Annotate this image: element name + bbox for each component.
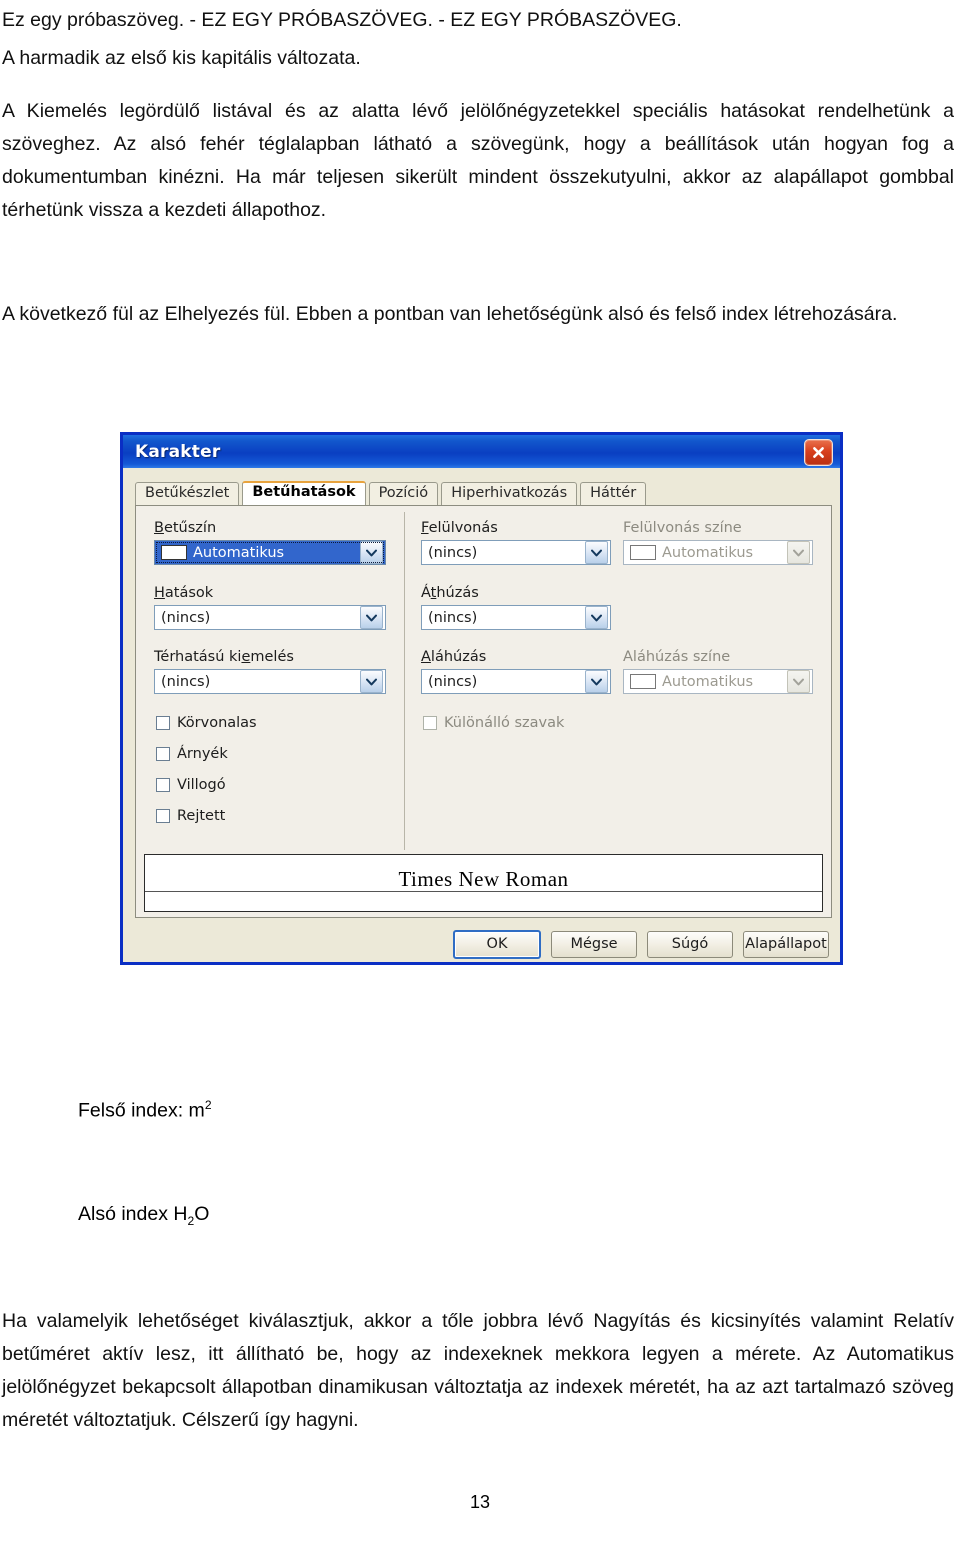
checkbox-rejtett[interactable]: Rejtett [156, 808, 225, 824]
chevron-down-icon[interactable] [787, 541, 810, 564]
chevron-down-icon[interactable] [360, 541, 383, 564]
dialog-tabstrip: Betűkészlet Betűhatások Pozíció Hiperhiv… [135, 480, 832, 506]
chevron-down-icon[interactable] [360, 606, 383, 629]
checkbox-rejtett-label: Rejtett [177, 808, 226, 824]
checkbox-korvonalas-label: Körvonalas [177, 715, 257, 731]
checkbox-kulonallo-szavak[interactable]: Különálló szavak [423, 715, 564, 731]
relief-label: Térhatású kiemelés [154, 649, 294, 665]
overline-combo[interactable]: (nincs) [421, 540, 611, 565]
relief-combo[interactable]: (nincs) [154, 669, 386, 694]
overline-value: (nincs) [428, 544, 478, 561]
underline-combo[interactable]: (nincs) [421, 669, 611, 694]
effects-value: (nincs) [161, 609, 211, 626]
reset-button[interactable]: Alapállapot [743, 930, 829, 958]
superscript-example: Felső index: m2 [78, 1098, 212, 1123]
chevron-down-icon[interactable] [360, 670, 383, 693]
strikethrough-combo[interactable]: (nincs) [421, 605, 611, 630]
tab-pozicio[interactable]: Pozíció [368, 482, 439, 506]
chevron-down-icon[interactable] [787, 670, 810, 693]
dialog-button-row: OK Mégse Súgó Alapállapot [123, 929, 846, 959]
font-color-combo[interactable]: Automatikus [154, 540, 386, 565]
checkbox-villogo[interactable]: Villogó [156, 777, 226, 793]
underline-color-value: Automatikus [662, 673, 754, 690]
chevron-down-icon[interactable] [585, 541, 608, 564]
checkbox-box[interactable] [156, 747, 170, 761]
dialog-content-pane: Betűszín Automatikus Hatások (nincs) Tér… [135, 505, 832, 918]
underline-color-combo[interactable]: Automatikus [623, 669, 813, 694]
checkbox-villogo-label: Villogó [177, 777, 226, 793]
tab-betuhatasok[interactable]: Betűhatások [242, 481, 366, 505]
ok-button[interactable]: OK [453, 929, 541, 959]
paragraph-effects-description: A Kiemelés legördülő listával és az alat… [2, 100, 954, 221]
help-button[interactable]: Súgó [647, 930, 733, 958]
overline-color-swatch [630, 545, 656, 560]
strikethrough-label: Áthúzás [421, 585, 479, 601]
tab-hatter[interactable]: Háttér [580, 482, 647, 506]
tab-hatter-label: Háttér [590, 485, 637, 502]
checkbox-box[interactable] [423, 716, 437, 730]
tab-betuhatasok-label: Betűhatások [252, 484, 356, 501]
effects-combo[interactable]: (nincs) [154, 605, 386, 630]
close-icon[interactable] [804, 439, 833, 466]
font-color-value: Automatikus [193, 544, 285, 561]
checkbox-box[interactable] [156, 778, 170, 792]
chevron-down-icon[interactable] [585, 670, 608, 693]
reset-button-label: Alapállapot [745, 936, 827, 952]
cancel-button[interactable]: Mégse [551, 930, 637, 958]
font-preview-box: Times New Roman [144, 854, 823, 912]
overline-color-value: Automatikus [662, 544, 754, 561]
page-number: 13 [469, 1492, 491, 1512]
superscript-example-prefix: Felső index: m [78, 1099, 205, 1122]
help-button-label: Súgó [671, 936, 709, 952]
strikethrough-value: (nincs) [428, 609, 478, 626]
overline-color-combo[interactable]: Automatikus [623, 540, 813, 565]
chevron-down-icon[interactable] [585, 606, 608, 629]
dialog-title: Karakter [135, 441, 221, 462]
dialog-titlebar[interactable]: Karakter [123, 432, 840, 468]
checkbox-box[interactable] [156, 809, 170, 823]
tab-betukeszlet[interactable]: Betűkészlet [135, 482, 240, 506]
checkbox-kulonallo-szavak-label: Különálló szavak [444, 715, 565, 731]
subscript-example-prefix: Alsó index H [78, 1203, 188, 1225]
column-divider [404, 512, 405, 850]
paragraph-small-caps-note: A harmadik az első kis kapitális változa… [2, 47, 361, 69]
ok-button-label: OK [486, 936, 508, 952]
tab-hiperhivatkozas-label: Hiperhivatkozás [451, 485, 568, 502]
tab-pozicio-label: Pozíció [378, 485, 429, 502]
paragraph-position-tab-intro: A következő fül az Elhelyezés fül. Ebben… [2, 303, 898, 325]
underline-color-label: Aláhúzás színe [623, 649, 731, 665]
checkbox-korvonalas[interactable]: Körvonalas [156, 715, 257, 731]
overline-label: Felülvonás [421, 520, 498, 536]
font-color-label: Betűszín [154, 520, 217, 536]
superscript-example-exponent: 2 [204, 1098, 212, 1112]
font-color-swatch [161, 545, 187, 560]
subscript-example: Alsó index H2O [78, 1203, 209, 1228]
checkbox-arnyek-label: Árnyék [177, 746, 228, 762]
checkbox-box[interactable] [156, 716, 170, 730]
cancel-button-label: Mégse [570, 936, 618, 952]
preview-sample-text: Times New Roman [398, 867, 569, 891]
effects-label: Hatások [154, 585, 214, 601]
karakter-dialog: Karakter Betűkészlet Betűhatások Pozíció… [120, 432, 843, 965]
subscript-example-suffix: O [194, 1203, 210, 1225]
paragraph-intro: Ez egy próbaszöveg. - EZ EGY PRÓBASZÖVEG… [2, 9, 682, 31]
paragraph-index-sizing: Ha valamelyik lehetőséget kiválasztjuk, … [2, 1310, 954, 1431]
tab-betukeszlet-label: Betűkészlet [145, 485, 230, 502]
underline-color-swatch [630, 674, 656, 689]
relief-value: (nincs) [161, 673, 211, 690]
overline-color-label: Felülvonás színe [623, 520, 742, 536]
tab-hiperhivatkozas[interactable]: Hiperhivatkozás [441, 482, 578, 506]
underline-label: Aláhúzás [421, 649, 487, 665]
checkbox-arnyek[interactable]: Árnyék [156, 746, 228, 762]
underline-value: (nincs) [428, 673, 478, 690]
